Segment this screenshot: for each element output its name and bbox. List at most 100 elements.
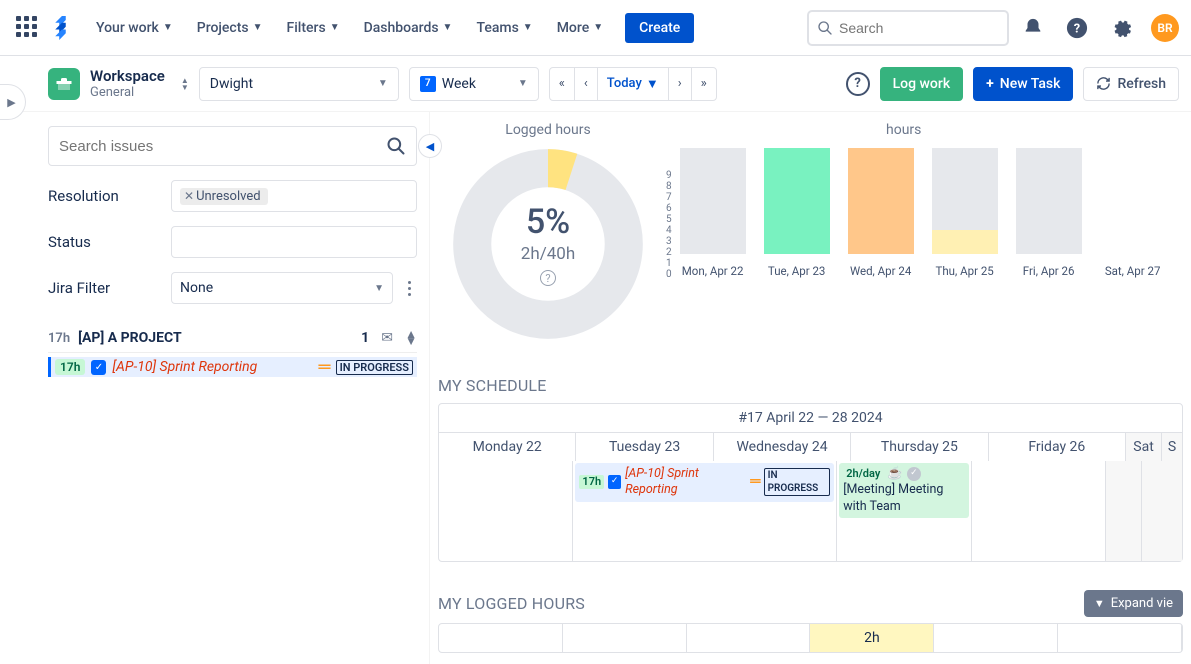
project-header[interactable]: 17h [AP] A PROJECT 1 ✉ ▲▼: [48, 326, 417, 353]
schedule-cell-fri[interactable]: [972, 461, 1106, 561]
nav-dashboards[interactable]: Dashboards▼: [354, 14, 463, 42]
toolbar-help-icon[interactable]: ?: [846, 72, 870, 96]
logged-hours-row: 2h: [438, 623, 1183, 653]
priority-icon: ==: [317, 359, 329, 375]
nav-next[interactable]: ›: [669, 68, 692, 100]
logged-cell[interactable]: [934, 624, 1058, 652]
jira-logo[interactable]: [50, 16, 74, 40]
nav-prev[interactable]: ‹: [575, 68, 598, 100]
schedule-day-header: Sat: [1126, 433, 1162, 461]
nav-teams[interactable]: Teams▼: [466, 14, 542, 42]
issue-search-input[interactable]: [59, 138, 386, 155]
resolution-tag[interactable]: ✕Unresolved: [180, 188, 268, 205]
logged-cell[interactable]: [563, 624, 687, 652]
schedule-range: #17 April 22 — 28 2024: [439, 404, 1182, 433]
global-search[interactable]: [807, 10, 1009, 46]
donut-percent: 5%: [526, 202, 570, 242]
priority-icon: ==: [749, 474, 759, 490]
logged-hours-donut: Logged hours 5% 2h/40h ?: [448, 122, 648, 344]
status-filter[interactable]: [171, 226, 417, 258]
nav-more[interactable]: More▼: [547, 14, 613, 42]
schedule-grid: #17 April 22 — 28 2024 Monday 22Tuesday …: [438, 403, 1183, 562]
task-type-icon: ✓: [91, 360, 106, 375]
svg-text:?: ?: [1074, 21, 1080, 36]
schedule-cell-tue-wed[interactable]: 17h ✓ [AP-10] Sprint Reporting == IN PRO…: [573, 461, 837, 561]
logged-cell[interactable]: 2h: [810, 624, 934, 652]
filter-more-menu[interactable]: [401, 281, 417, 296]
search-icon: [817, 20, 833, 36]
help-icon[interactable]: ?: [1065, 16, 1089, 40]
chevron-down-icon: ▼: [518, 78, 528, 89]
issue-row[interactable]: 17h ✓ [AP-10] Sprint Reporting == IN PRO…: [48, 357, 417, 377]
status-label: Status: [48, 233, 163, 251]
schedule-day-header: Tuesday 23: [576, 433, 713, 461]
schedule-event-sprint[interactable]: 17h ✓ [AP-10] Sprint Reporting == IN PRO…: [575, 463, 834, 502]
schedule-day-header: Thursday 25: [851, 433, 988, 461]
workspace-title: Workspace: [90, 67, 165, 85]
expand-view-button[interactable]: ▼ Expand vie: [1084, 590, 1183, 617]
chevron-down-icon: ▼: [374, 283, 384, 294]
global-search-input[interactable]: [839, 20, 999, 36]
logged-cell[interactable]: [439, 624, 563, 652]
workspace-picker[interactable]: Workspace General ▲▼: [48, 67, 189, 100]
bar-column: Fri, Apr 26: [1016, 148, 1082, 278]
user-select[interactable]: Dwight ▼: [199, 67, 399, 101]
notifications-icon[interactable]: [1021, 16, 1045, 40]
schedule-cell-thu[interactable]: 2h/day ☕ ✓ [Meeting] Meeting with Team: [837, 461, 971, 561]
refresh-button[interactable]: Refresh: [1083, 67, 1179, 101]
nav-your-work[interactable]: Your work▼: [86, 14, 183, 42]
donut-help-icon[interactable]: ?: [540, 270, 556, 286]
nav-first[interactable]: «: [550, 68, 575, 100]
jira-filter-label: Jira Filter: [48, 279, 163, 297]
user-avatar[interactable]: BR: [1151, 14, 1179, 42]
new-task-button[interactable]: +New Task: [973, 67, 1073, 101]
plus-icon: +: [986, 76, 994, 92]
issue-search[interactable]: [48, 126, 417, 166]
envelope-icon[interactable]: ✉: [377, 330, 397, 346]
hours-bar-chart: 9876543210 Mon, Apr 22Tue, Apr 23Wed, Ap…: [666, 144, 1166, 278]
settings-icon[interactable]: [1109, 16, 1133, 40]
resolution-filter[interactable]: ✕Unresolved: [171, 180, 417, 212]
schedule-day-header: Friday 26: [989, 433, 1126, 461]
remove-tag-icon[interactable]: ✕: [184, 189, 194, 203]
chevron-down-icon: ▼: [1094, 597, 1105, 610]
log-work-button[interactable]: Log work: [880, 67, 964, 101]
logged-cell[interactable]: [687, 624, 811, 652]
schedule-day-header: Monday 22: [439, 433, 576, 461]
view-range-select[interactable]: 7 Week ▼: [409, 67, 539, 101]
app-switcher-icon[interactable]: [16, 16, 40, 40]
jira-filter-select[interactable]: None ▼: [171, 272, 393, 304]
sort-icon[interactable]: ▲▼: [405, 331, 417, 345]
schedule-cell-sat[interactable]: [1106, 461, 1142, 561]
chevron-down-icon: ▼: [253, 22, 263, 33]
schedule-cell-mon[interactable]: [439, 461, 573, 561]
chevron-down-icon: ▼: [443, 22, 453, 33]
workspace-subtitle: General: [90, 85, 165, 100]
schedule-title: MY SCHEDULE: [438, 376, 1191, 395]
chevron-down-icon: ▼: [646, 76, 659, 92]
nav-filters[interactable]: Filters▼: [277, 14, 350, 42]
estimate-badge: 17h: [55, 359, 85, 375]
logged-hours-title: MY LOGGED HOURS: [438, 594, 585, 613]
schedule-event-meeting[interactable]: 2h/day ☕ ✓ [Meeting] Meeting with Team: [839, 463, 968, 518]
done-icon: ✓: [907, 467, 921, 481]
chevron-down-icon: ▼: [163, 22, 173, 33]
sidebar: Resolution ✕Unresolved Status Jira Filte…: [0, 112, 430, 664]
refresh-icon: [1096, 76, 1111, 91]
bar-column: Thu, Apr 25: [932, 148, 998, 278]
nav-projects[interactable]: Projects▼: [187, 14, 273, 42]
chevron-down-icon: ▼: [330, 22, 340, 33]
schedule-day-header: Wednesday 24: [714, 433, 851, 461]
chevron-down-icon: ▼: [523, 22, 533, 33]
resolution-label: Resolution: [48, 187, 163, 205]
panel-collapse-handle[interactable]: ◀: [418, 134, 442, 158]
logged-cell[interactable]: [1058, 624, 1182, 652]
status-badge: IN PROGRESS: [336, 360, 413, 375]
top-nav: Your work▼ Projects▼ Filters▼ Dashboards…: [0, 0, 1191, 56]
workspace-caret-icon[interactable]: ▲▼: [181, 77, 189, 91]
create-button[interactable]: Create: [625, 13, 694, 43]
nav-last[interactable]: »: [692, 68, 716, 100]
schedule-cell-sun[interactable]: [1142, 461, 1182, 561]
nav-today[interactable]: Today▼: [598, 68, 669, 100]
issue-title: [AP-10] Sprint Reporting: [112, 359, 257, 375]
